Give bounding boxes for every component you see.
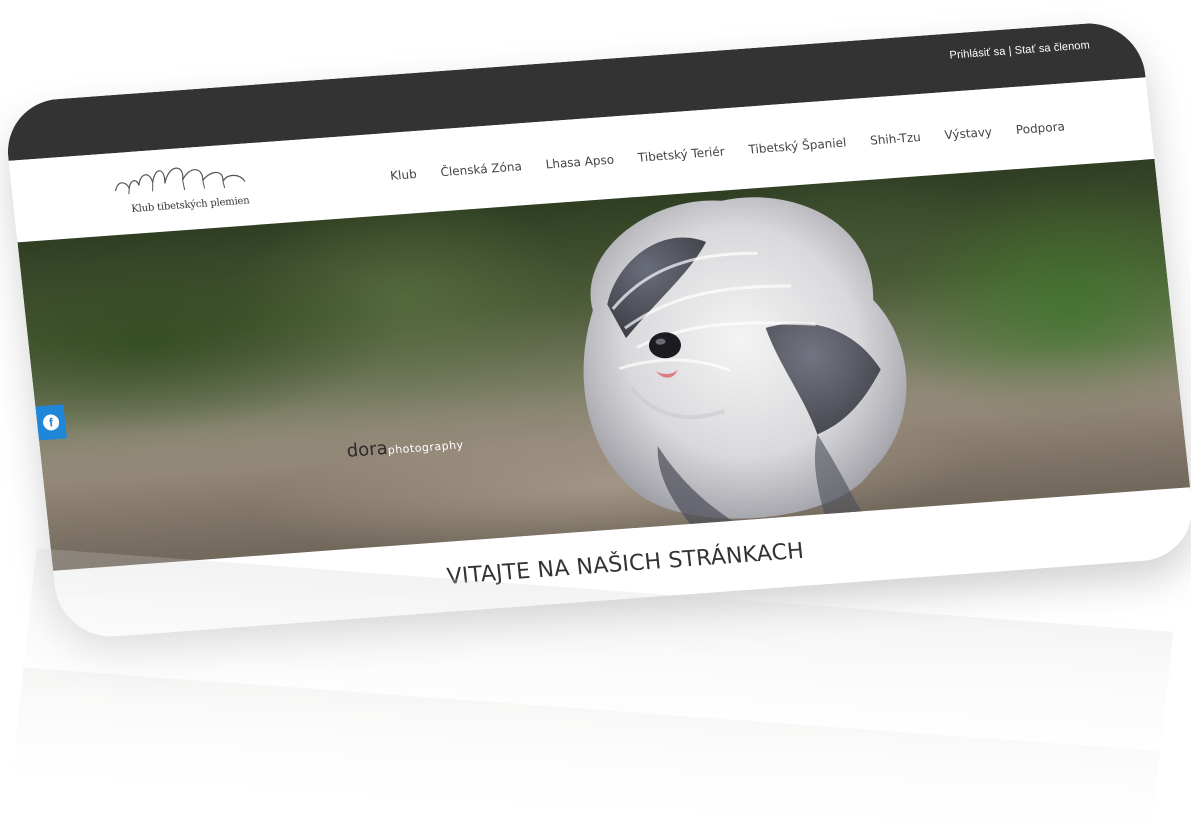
facebook-icon: f bbox=[42, 413, 60, 431]
auth-separator: | bbox=[1008, 45, 1013, 58]
watermark-mark: dora bbox=[345, 437, 389, 462]
nav-item-klub[interactable]: Klub bbox=[389, 167, 417, 183]
website-screenshot-card: Prihlásiť sa | Stať sa členom Klub tibet… bbox=[2, 19, 1191, 641]
card-reflection bbox=[11, 548, 1174, 823]
club-logo[interactable]: Klub tibetských plemien bbox=[104, 150, 270, 225]
auth-links: Prihlásiť sa | Stať sa členom bbox=[949, 39, 1091, 61]
join-link[interactable]: Stať sa členom bbox=[1014, 39, 1090, 56]
facebook-button[interactable]: f bbox=[35, 404, 67, 441]
nav-item-lhasa-apso[interactable]: Lhasa Apso bbox=[545, 153, 615, 172]
nav-item-tibetsky-terier[interactable]: Tibetský Teriér bbox=[637, 144, 725, 164]
nav-item-vystavy[interactable]: Výstavy bbox=[944, 125, 993, 142]
watermark-text: photography bbox=[387, 438, 465, 457]
page: Prihlásiť sa | Stať sa členom Klub tibet… bbox=[0, 0, 1191, 823]
nav-item-podpora[interactable]: Podpora bbox=[1015, 119, 1065, 137]
login-link[interactable]: Prihlásiť sa bbox=[949, 46, 1006, 62]
reflection-hero bbox=[11, 667, 1161, 823]
nav-item-shih-tzu[interactable]: Shih-Tzu bbox=[869, 130, 921, 148]
nav-item-clenska-zona[interactable]: Členská Zóna bbox=[440, 159, 523, 179]
reflection-inner bbox=[11, 548, 1174, 823]
running-dog-image bbox=[583, 197, 907, 534]
nav-item-tibetsky-spaniel[interactable]: Tibetský Španiel bbox=[748, 135, 847, 156]
